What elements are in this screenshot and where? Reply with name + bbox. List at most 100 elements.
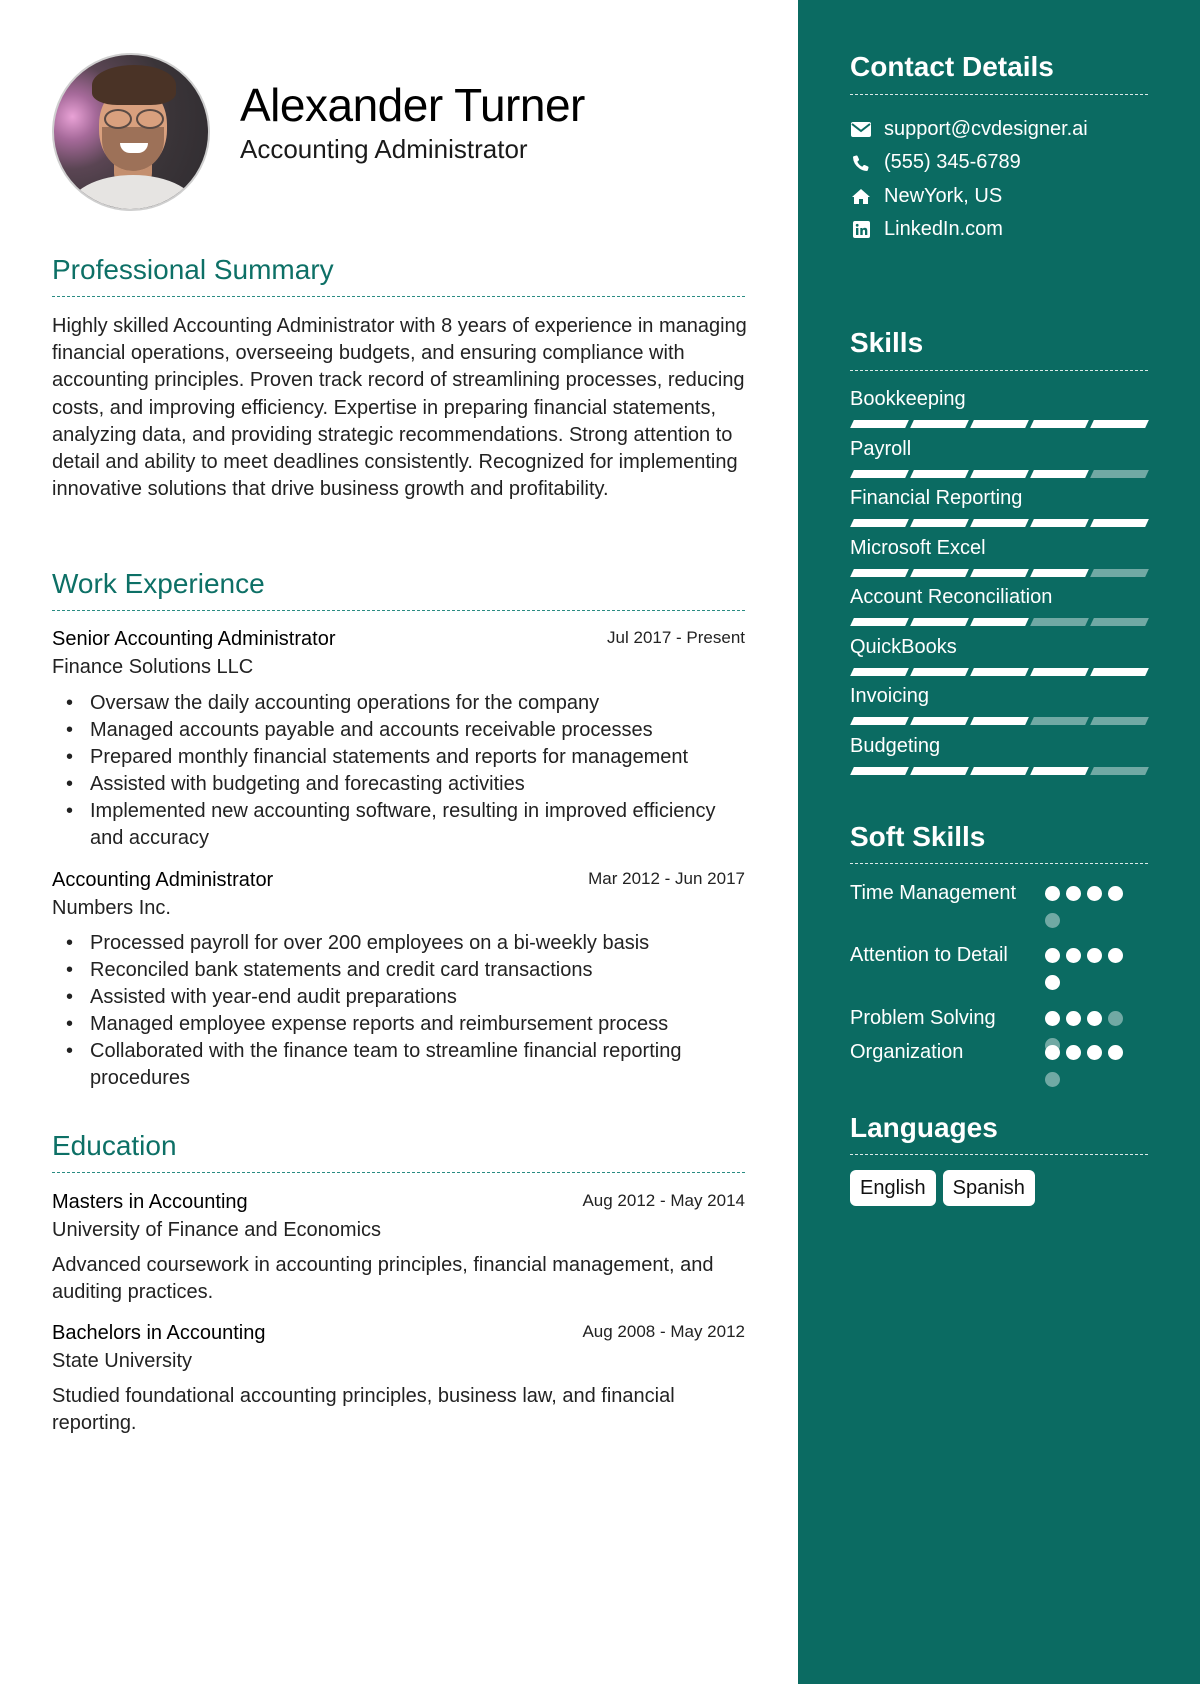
skill-segment: [910, 618, 969, 626]
skill-segment: [910, 667, 969, 676]
skill-segment: [850, 469, 909, 478]
job-bullets: Oversaw the daily accounting operations …: [66, 690, 750, 852]
rating-dot: [1045, 886, 1060, 901]
skill-segment: [910, 717, 969, 725]
soft-skill-rating: [1045, 886, 1125, 928]
skill-label: Payroll: [850, 437, 912, 460]
job-bullets: Processed payroll for over 200 employees…: [66, 930, 750, 1092]
contact-linkedin-text: LinkedIn.com: [884, 218, 1003, 240]
skill-level-bar: [850, 420, 1149, 428]
skill-segment: [1030, 568, 1089, 577]
education-entry: Masters in Accounting Aug 2012 - May 201…: [52, 1191, 745, 1242]
skill-segment: [1090, 667, 1149, 676]
summary-heading: Professional Summary: [52, 254, 334, 285]
skill-segment: [910, 766, 969, 775]
soft-skills-divider: [850, 863, 1148, 864]
language-badge: English: [850, 1170, 936, 1206]
languages-divider: [850, 1154, 1148, 1155]
education-entry: Bachelors in Accounting Aug 2008 - May 2…: [52, 1322, 745, 1373]
skill-level-bar: [850, 717, 1149, 725]
skill-segment: [1090, 420, 1149, 428]
rating-dot: [1108, 1045, 1123, 1060]
job-dates: Mar 2012 - Jun 2017: [588, 869, 745, 888]
rating-dot: [1087, 948, 1102, 963]
skill-segment: [970, 667, 1029, 676]
skill-segment: [1030, 519, 1089, 527]
education-dates: Aug 2008 - May 2012: [582, 1322, 745, 1341]
skill-label: Bookkeeping: [850, 388, 966, 410]
job-company: Finance Solutions LLC: [52, 656, 254, 678]
skill-segment: [1030, 766, 1089, 775]
skill-segment: [850, 519, 909, 527]
rating-dot: [1087, 1011, 1102, 1026]
soft-skill-label: Organization: [850, 1041, 964, 1063]
bullet-item: Managed employee expense reports and rei…: [66, 1011, 750, 1038]
languages-heading: Languages: [850, 1112, 998, 1143]
skill-level-bar: [850, 667, 1149, 676]
skill-segment: [1090, 469, 1149, 478]
rating-dot: [1108, 886, 1123, 901]
skill-segment: [910, 519, 969, 527]
soft-skill-label: Attention to Detail: [850, 944, 1008, 966]
skill-level-bar: [850, 568, 1149, 577]
rating-dot: [1066, 886, 1081, 901]
job-dates: Jul 2017 - Present: [607, 628, 745, 647]
phone-icon: [850, 153, 872, 173]
skills-divider: [850, 370, 1148, 371]
skill-segment: [970, 420, 1029, 428]
rating-dot: [1045, 1045, 1060, 1060]
bullet-item: Assisted with budgeting and forecasting …: [66, 771, 750, 798]
skill-segment: [910, 568, 969, 577]
skill-level-bar: [850, 766, 1149, 775]
summary-divider: [52, 296, 745, 297]
soft-skill-rating: [1045, 1045, 1125, 1087]
skill-segment: [850, 568, 909, 577]
bullet-item: Reconciled bank statements and credit ca…: [66, 957, 750, 984]
contact-heading: Contact Details: [850, 51, 1054, 82]
contact-divider: [850, 94, 1148, 95]
job-entry: Accounting Administrator Mar 2012 - Jun …: [52, 869, 745, 920]
job-entry: Senior Accounting Administrator Jul 2017…: [52, 628, 745, 679]
experience-divider: [52, 610, 745, 611]
skill-label: Account Reconciliation: [850, 586, 1053, 608]
skill-segment: [970, 618, 1029, 626]
language-badge: Spanish: [942, 1170, 1035, 1206]
education-heading: Education: [52, 1130, 177, 1161]
rating-dot: [1045, 1011, 1060, 1026]
skill-level-bar: [850, 618, 1149, 626]
rating-dot: [1066, 1045, 1081, 1060]
skill-label: Microsoft Excel: [850, 536, 986, 559]
linkedin-icon: [850, 220, 872, 240]
candidate-name: Alexander Turner: [240, 79, 585, 131]
profile-photo: [52, 53, 210, 211]
soft-skills-heading: Soft Skills: [850, 821, 986, 852]
job-company: Numbers Inc.: [52, 897, 171, 919]
school: State University: [52, 1350, 193, 1372]
contact-email[interactable]: support@cvdesigner.ai: [850, 118, 1088, 141]
rating-dot: [1087, 886, 1102, 901]
rating-dot: [1045, 975, 1060, 990]
skills-heading: Skills: [850, 327, 924, 358]
bullet-item: Collaborated with the finance team to st…: [66, 1038, 750, 1092]
contact-phone[interactable]: (555) 345-6789: [850, 151, 1021, 174]
skill-level-bar: [850, 519, 1149, 527]
education-description: Advanced coursework in accounting princi…: [52, 1254, 714, 1304]
bullet-item: Managed accounts payable and accounts re…: [66, 717, 750, 744]
education-divider: [52, 1172, 745, 1173]
contact-email-text: support@cvdesigner.ai: [884, 118, 1088, 140]
skill-segment: [1090, 717, 1149, 725]
rating-dot: [1066, 948, 1081, 963]
education-description: Studied foundational accounting principl…: [52, 1385, 675, 1435]
skill-segment: [970, 568, 1029, 577]
contact-phone-text: (555) 345-6789: [884, 151, 1021, 173]
contact-linkedin[interactable]: LinkedIn.com: [850, 218, 1003, 241]
skill-segment: [970, 717, 1029, 725]
bullet-item: Prepared monthly financial statements an…: [66, 744, 750, 771]
skill-segment: [1030, 420, 1089, 428]
soft-skill-label: Problem Solving: [850, 1007, 996, 1029]
skill-segment: [970, 469, 1029, 478]
skill-segment: [1030, 667, 1089, 676]
summary-text: Highly skilled Accounting Administrator …: [52, 315, 747, 501]
skill-segment: [1090, 766, 1149, 775]
skill-segment: [1090, 618, 1149, 626]
